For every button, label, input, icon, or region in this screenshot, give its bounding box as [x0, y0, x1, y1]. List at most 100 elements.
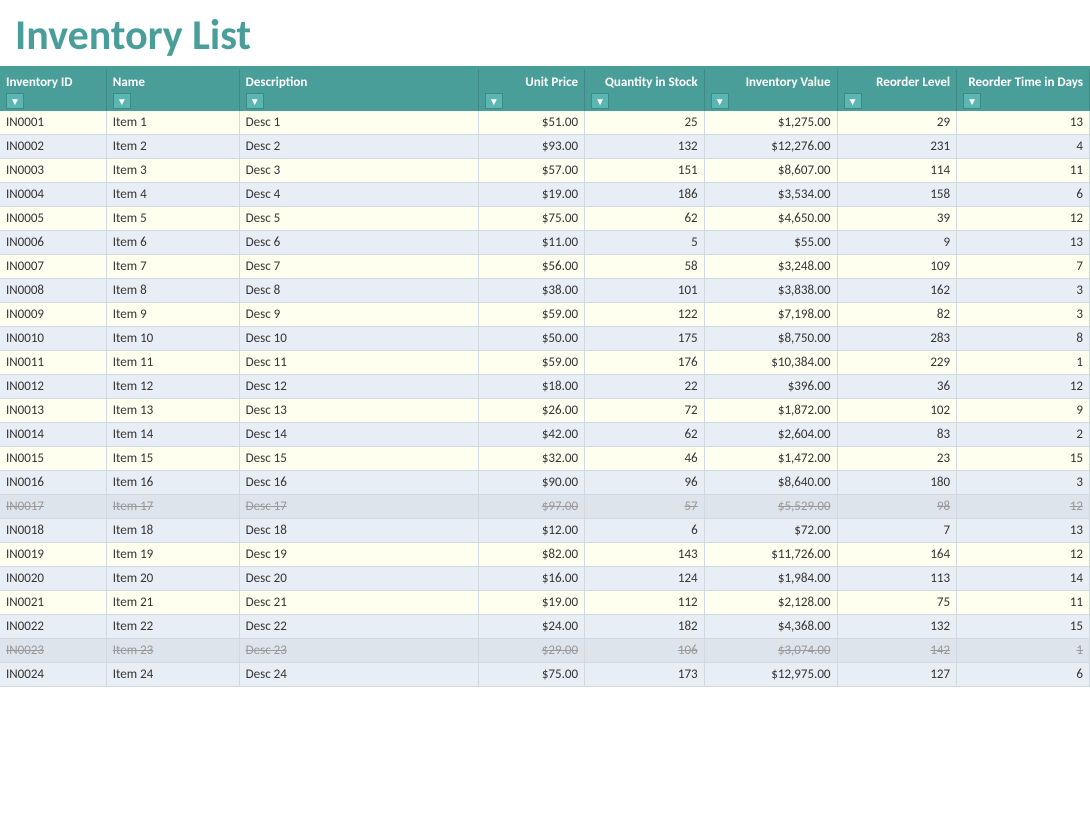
cell-invval: $3,074.00 — [704, 639, 837, 663]
table-row[interactable]: IN0015Item 15Desc 15$32.0046$1,472.00231… — [0, 447, 1090, 471]
table-row[interactable]: IN0003Item 3Desc 3$57.00151$8,607.001141… — [0, 159, 1090, 183]
cell-price: $12.00 — [478, 519, 584, 543]
cell-qty: 151 — [585, 159, 705, 183]
cell-qty: 96 — [585, 471, 705, 495]
cell-reorder: 83 — [837, 423, 957, 447]
cell-desc: Desc 17 — [239, 495, 478, 519]
cell-desc: Desc 14 — [239, 423, 478, 447]
column-label-reorder: Reorder Level — [844, 75, 951, 90]
cell-price: $19.00 — [478, 183, 584, 207]
cell-reordertime: 13 — [957, 231, 1090, 255]
cell-id: IN0007 — [0, 255, 106, 279]
cell-price: $19.00 — [478, 591, 584, 615]
cell-desc: Desc 24 — [239, 663, 478, 687]
table-row[interactable]: IN0014Item 14Desc 14$42.0062$2,604.00832 — [0, 423, 1090, 447]
cell-reordertime: 15 — [957, 615, 1090, 639]
cell-reordertime: 13 — [957, 519, 1090, 543]
cell-price: $75.00 — [478, 207, 584, 231]
cell-name: Item 23 — [106, 639, 239, 663]
cell-id: IN0004 — [0, 183, 106, 207]
column-dropdown-id[interactable]: ▼ — [6, 93, 24, 109]
table-row[interactable]: IN0017Item 17Desc 17$97.0057$5,529.00981… — [0, 495, 1090, 519]
cell-name: Item 5 — [106, 207, 239, 231]
cell-name: Item 24 — [106, 663, 239, 687]
cell-qty: 22 — [585, 375, 705, 399]
cell-id: IN0013 — [0, 399, 106, 423]
cell-invval: $4,368.00 — [704, 615, 837, 639]
table-row[interactable]: IN0007Item 7Desc 7$56.0058$3,248.001097 — [0, 255, 1090, 279]
cell-id: IN0021 — [0, 591, 106, 615]
cell-invval: $2,604.00 — [704, 423, 837, 447]
column-dropdown-qty[interactable]: ▼ — [591, 93, 609, 109]
cell-qty: 6 — [585, 519, 705, 543]
table-row[interactable]: IN0001Item 1Desc 1$51.0025$1,275.002913 — [0, 111, 1090, 135]
table-row[interactable]: IN0018Item 18Desc 18$12.006$72.00713 — [0, 519, 1090, 543]
cell-desc: Desc 22 — [239, 615, 478, 639]
table-row[interactable]: IN0010Item 10Desc 10$50.00175$8,750.0028… — [0, 327, 1090, 351]
column-dropdown-reordertime[interactable]: ▼ — [963, 93, 981, 109]
table-row[interactable]: IN0024Item 24Desc 24$75.00173$12,975.001… — [0, 663, 1090, 687]
cell-id: IN0015 — [0, 447, 106, 471]
table-row[interactable]: IN0005Item 5Desc 5$75.0062$4,650.003912 — [0, 207, 1090, 231]
table-row[interactable]: IN0006Item 6Desc 6$11.005$55.00913 — [0, 231, 1090, 255]
inventory-table: Inventory ID▼Name▼Description▼Unit Price… — [0, 69, 1090, 687]
table-row[interactable]: IN0008Item 8Desc 8$38.00101$3,838.001623 — [0, 279, 1090, 303]
cell-invval: $3,248.00 — [704, 255, 837, 279]
table-row[interactable]: IN0019Item 19Desc 19$82.00143$11,726.001… — [0, 543, 1090, 567]
table-row[interactable]: IN0002Item 2Desc 2$93.00132$12,276.00231… — [0, 135, 1090, 159]
cell-invval: $5,529.00 — [704, 495, 837, 519]
cell-qty: 62 — [585, 207, 705, 231]
cell-desc: Desc 3 — [239, 159, 478, 183]
cell-reorder: 75 — [837, 591, 957, 615]
table-row[interactable]: IN0009Item 9Desc 9$59.00122$7,198.00823 — [0, 303, 1090, 327]
cell-name: Item 11 — [106, 351, 239, 375]
cell-desc: Desc 16 — [239, 471, 478, 495]
cell-id: IN0017 — [0, 495, 106, 519]
table-row[interactable]: IN0022Item 22Desc 22$24.00182$4,368.0013… — [0, 615, 1090, 639]
cell-reorder: 142 — [837, 639, 957, 663]
table-row[interactable]: IN0011Item 11Desc 11$59.00176$10,384.002… — [0, 351, 1090, 375]
cell-reordertime: 3 — [957, 279, 1090, 303]
cell-invval: $4,650.00 — [704, 207, 837, 231]
cell-qty: 173 — [585, 663, 705, 687]
cell-reorder: 36 — [837, 375, 957, 399]
cell-qty: 124 — [585, 567, 705, 591]
column-header-id: Inventory ID▼ — [0, 69, 106, 111]
table-row[interactable]: IN0016Item 16Desc 16$90.0096$8,640.00180… — [0, 471, 1090, 495]
table-row[interactable]: IN0004Item 4Desc 4$19.00186$3,534.001586 — [0, 183, 1090, 207]
cell-name: Item 18 — [106, 519, 239, 543]
cell-id: IN0006 — [0, 231, 106, 255]
cell-reorder: 102 — [837, 399, 957, 423]
cell-reordertime: 11 — [957, 159, 1090, 183]
table-row[interactable]: IN0023Item 23Desc 23$29.00106$3,074.0014… — [0, 639, 1090, 663]
cell-invval: $8,607.00 — [704, 159, 837, 183]
column-dropdown-invval[interactable]: ▼ — [711, 93, 729, 109]
cell-invval: $12,975.00 — [704, 663, 837, 687]
cell-invval: $11,726.00 — [704, 543, 837, 567]
cell-reorder: 39 — [837, 207, 957, 231]
cell-reordertime: 3 — [957, 471, 1090, 495]
column-header-qty: Quantity in Stock▼ — [585, 69, 705, 111]
cell-name: Item 8 — [106, 279, 239, 303]
cell-price: $75.00 — [478, 663, 584, 687]
cell-invval: $8,640.00 — [704, 471, 837, 495]
column-dropdown-reorder[interactable]: ▼ — [844, 93, 862, 109]
cell-price: $11.00 — [478, 231, 584, 255]
cell-reorder: 9 — [837, 231, 957, 255]
cell-reorder: 164 — [837, 543, 957, 567]
column-header-desc: Description▼ — [239, 69, 478, 111]
cell-id: IN0023 — [0, 639, 106, 663]
table-row[interactable]: IN0021Item 21Desc 21$19.00112$2,128.0075… — [0, 591, 1090, 615]
table-row[interactable]: IN0013Item 13Desc 13$26.0072$1,872.00102… — [0, 399, 1090, 423]
table-row[interactable]: IN0020Item 20Desc 20$16.00124$1,984.0011… — [0, 567, 1090, 591]
column-label-price: Unit Price — [485, 75, 578, 90]
table-row[interactable]: IN0012Item 12Desc 12$18.0022$396.003612 — [0, 375, 1090, 399]
column-dropdown-price[interactable]: ▼ — [485, 93, 503, 109]
column-header-reordertime: Reorder Time in Days▼ — [957, 69, 1090, 111]
column-dropdown-desc[interactable]: ▼ — [246, 93, 264, 109]
cell-name: Item 13 — [106, 399, 239, 423]
cell-id: IN0009 — [0, 303, 106, 327]
column-dropdown-name[interactable]: ▼ — [113, 93, 131, 109]
column-header-reorder: Reorder Level ▼ — [837, 69, 957, 111]
cell-reorder: 229 — [837, 351, 957, 375]
